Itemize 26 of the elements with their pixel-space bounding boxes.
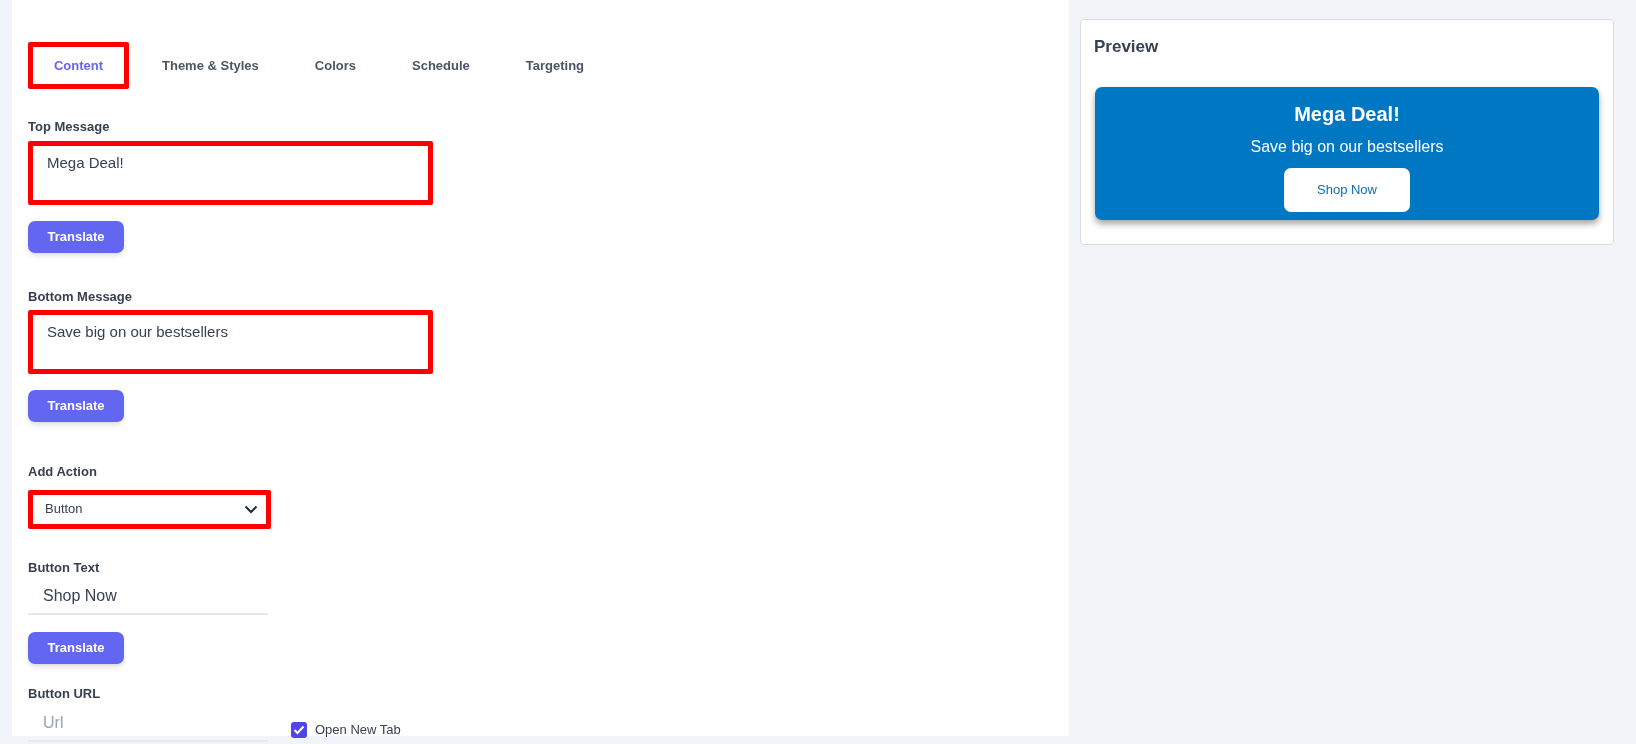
select-dropdown[interactable]: Button [28,489,271,529]
text-input[interactable]: Shop Now [28,579,268,615]
text-area[interactable]: Save big on our bestsellers [28,310,433,374]
field-label: Top Message [28,118,111,136]
banner-subtitle: Save big on our bestsellers [1250,136,1444,157]
banner-title: Mega Deal! [1294,101,1400,127]
translate-button[interactable]: Translate [28,390,124,422]
translate-button[interactable]: Translate [28,632,124,664]
field-label: Button URL [28,685,102,703]
select-value: Button [45,500,83,519]
checkbox-label: Open New Tab [315,721,401,739]
tab[interactable]: Colors [291,42,379,89]
tab[interactable]: Content [28,42,129,89]
url-input[interactable]: Url [28,705,268,742]
preview-title: Preview [1094,36,1160,58]
field-label: Add Action [28,463,98,481]
tab[interactable]: Schedule [389,42,493,89]
shop-button[interactable]: Shop Now [1284,167,1410,212]
field-label: Button Text [28,558,101,577]
field-label: Bottom Message [28,287,134,306]
tab[interactable]: Targeting [502,42,608,89]
translate-button[interactable]: Translate [28,220,124,253]
tab[interactable]: Theme & Styles [139,42,282,89]
text-area[interactable]: Mega Deal! [28,140,433,205]
chevron-down-icon [244,504,258,514]
checkbox[interactable] [291,721,307,738]
